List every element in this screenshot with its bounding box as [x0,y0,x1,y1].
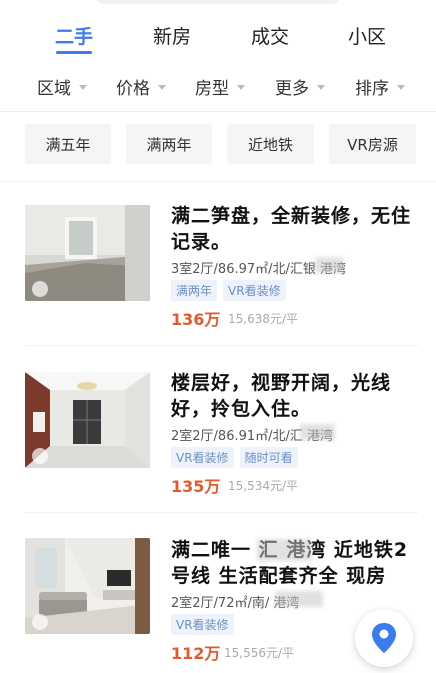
tab-second-hand[interactable]: 二手 [55,22,93,49]
listing-unit-price: 15,534元/平 [228,479,299,493]
tag: 随时可看 [239,447,298,468]
tab-transactions[interactable]: 成交 [251,22,289,49]
quick-filter-chips: 满五年 满两年 近地铁 VR房源 [0,124,436,166]
divider [25,512,418,513]
listing-photo[interactable] [25,205,150,301]
tag: VR看装修 [171,614,234,635]
chip-near-subway[interactable]: 近地铁 [227,124,314,164]
caret-down-icon [237,85,245,90]
listing-tags: VR看装修 [171,614,234,635]
filter-sort[interactable]: 排序 [355,74,405,99]
caret-down-icon [317,85,325,90]
listing-title[interactable]: 楼层好，视野开阔，光线好，拎包入住。 [171,370,411,422]
filter-label: 房型 [195,79,229,99]
listing-price: 136万 [171,310,221,329]
listing-unit-price: 15,638元/平 [228,312,299,326]
chip-vr-listings[interactable]: VR房源 [329,124,416,164]
listing-photo[interactable] [25,538,150,634]
privacy-blur [315,257,343,273]
divider [0,111,436,112]
filter-area[interactable]: 区域 [37,74,87,99]
tag: 满两年 [171,280,218,301]
listing-photo[interactable] [25,372,150,468]
status-area [0,0,436,8]
filter-label: 区域 [37,79,71,99]
filter-layout[interactable]: 房型 [195,74,245,99]
main-tabs: 二手 新房 成交 小区 [0,22,436,62]
listing-meta: 2室2厅/86.91㎡/北/汇 港湾 [171,429,334,444]
map-button[interactable] [355,609,413,667]
privacy-blur [257,539,312,561]
tab-new-homes[interactable]: 新房 [153,22,191,49]
filter-price[interactable]: 价格 [116,74,166,99]
tag: VR看装修 [223,280,286,301]
listing-meta: 3室2厅/86.97㎡/北/汇银 港湾 [171,262,347,277]
filter-more[interactable]: 更多 [275,74,325,99]
caret-down-icon [79,85,87,90]
filter-label: 排序 [355,79,389,99]
chip-five-years[interactable]: 满五年 [25,124,111,164]
listing-tags: 满两年 VR看装修 [171,280,286,301]
listing-price: 112万 [171,644,221,663]
privacy-blur [275,591,323,607]
search-bar-remnant[interactable] [95,0,340,4]
divider [0,181,436,182]
listing-price: 135万 [171,477,221,496]
listing-tags: VR看装修 随时可看 [171,447,298,468]
caret-down-icon [397,85,405,90]
location-pin-icon [372,623,396,653]
tab-communities[interactable]: 小区 [348,22,386,49]
divider [25,345,418,346]
listing-unit-price: 15,556元/平 [224,646,295,660]
tag: VR看装修 [171,447,234,468]
privacy-blur [300,424,335,440]
active-tab-indicator [56,51,92,54]
caret-down-icon [158,85,166,90]
listing-title[interactable]: 满二笋盘，全新装修，无住记录。 [171,203,411,255]
filter-label: 价格 [116,79,150,99]
chip-two-years[interactable]: 满两年 [126,124,212,164]
filter-bar: 区域 价格 房型 更多 排序 [0,72,436,102]
filter-label: 更多 [275,79,309,99]
